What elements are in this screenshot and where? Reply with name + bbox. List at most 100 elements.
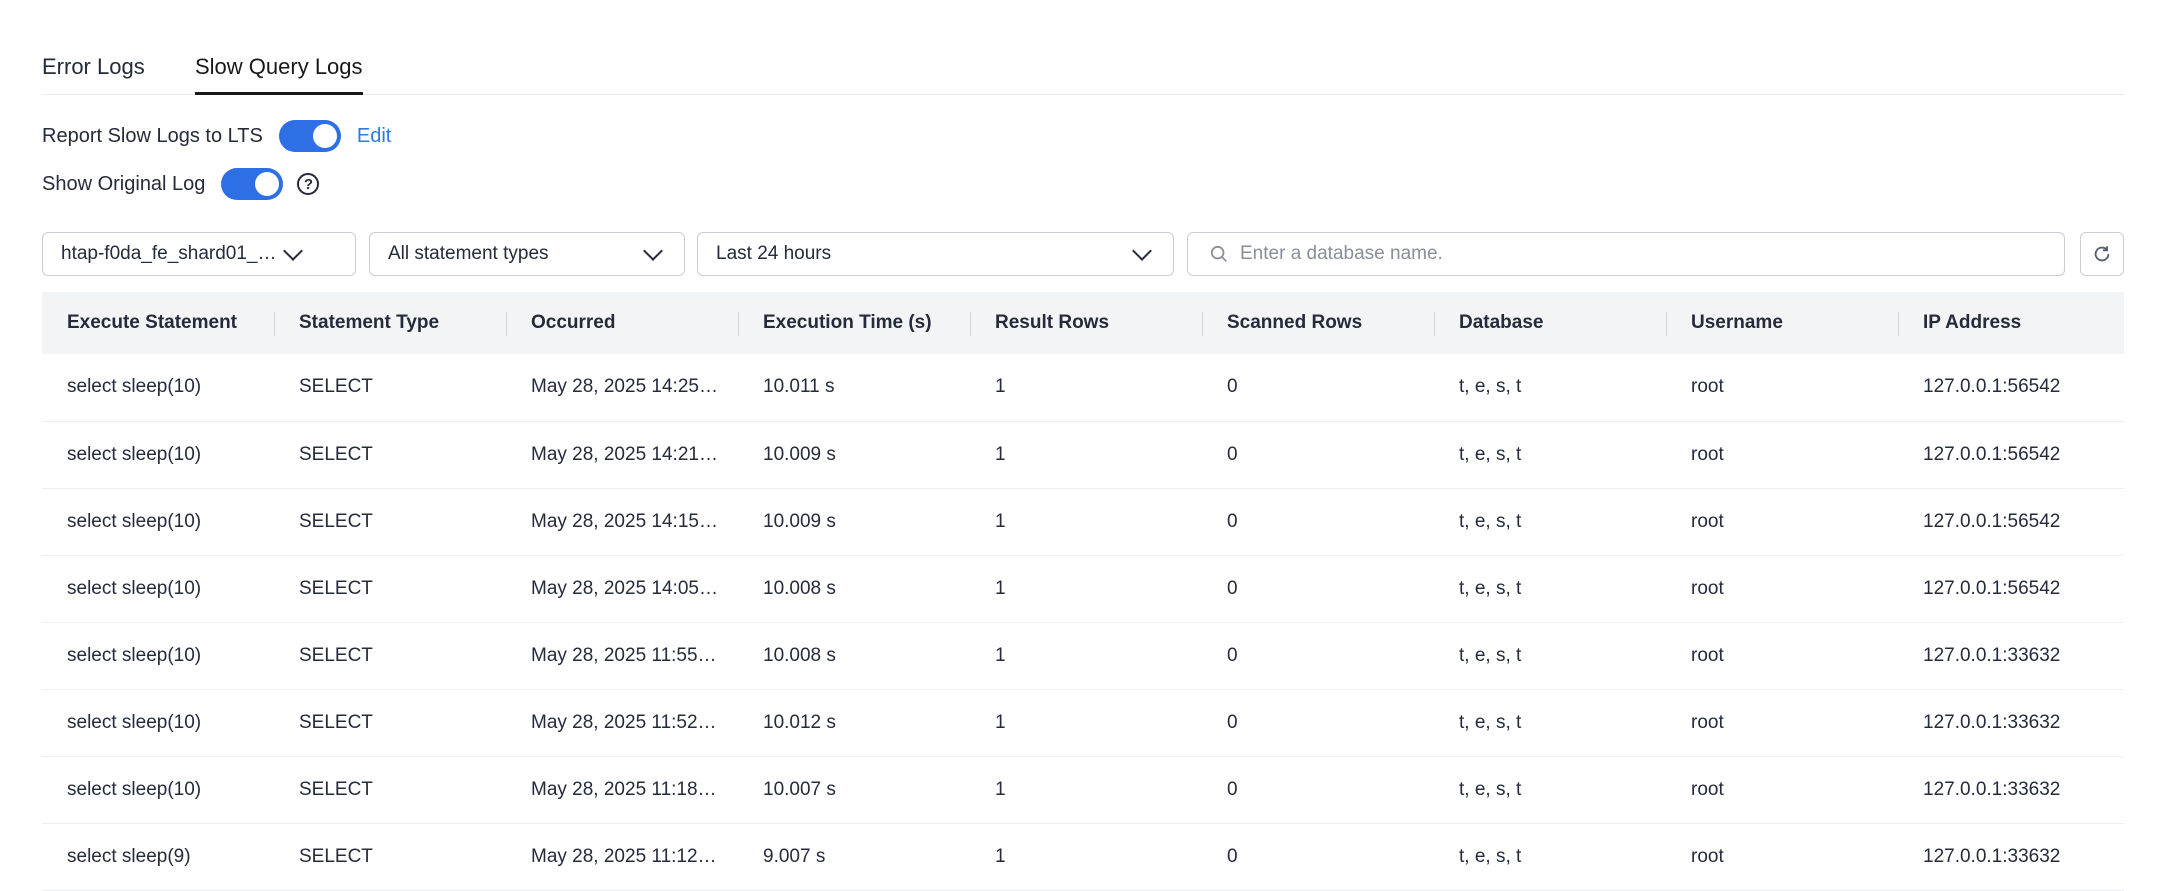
cell-ip-address: 127.0.0.1:56542: [1923, 577, 2061, 599]
tab-slow-query-logs[interactable]: Slow Query Logs: [195, 54, 363, 95]
cell-ip-address: 127.0.0.1:33632: [1923, 778, 2061, 800]
refresh-button[interactable]: [2080, 232, 2124, 276]
column-divider: [970, 312, 971, 336]
cell-execute-statement: select sleep(10): [67, 778, 202, 800]
cell-result-rows: 1: [995, 711, 1006, 733]
help-icon[interactable]: ?: [297, 173, 320, 195]
time-range-value: Last 24 hours: [716, 243, 832, 264]
column-header-scanned-rows: Scanned Rows: [1202, 292, 1434, 354]
cell-scanned-rows: 0: [1227, 845, 1238, 867]
search-input[interactable]: [1238, 242, 2064, 266]
cell-execute-statement: select sleep(10): [67, 443, 202, 465]
cell-statement-type: SELECT: [299, 845, 373, 867]
cell-execution-time: 10.008 s: [763, 577, 836, 599]
column-header-username: Username: [1666, 292, 1898, 354]
cell-execution-time: 10.009 s: [763, 510, 836, 532]
time-range-select[interactable]: Last 24 hours: [697, 232, 1174, 276]
table-row[interactable]: select sleep(10) SELECT May 28, 2025 11:52…: [42, 689, 2124, 756]
cell-occurred: May 28, 2025 11:12:03: [531, 845, 724, 867]
table-row[interactable]: select sleep(10) SELECT May 28, 2025 11:18…: [42, 756, 2124, 823]
column-divider: [1202, 312, 1203, 336]
refresh-icon: [2094, 246, 2110, 262]
cell-statement-type: SELECT: [299, 443, 373, 465]
column-divider: [1434, 312, 1435, 336]
cell-scanned-rows: 0: [1227, 644, 1238, 666]
cell-ip-address: 127.0.0.1:33632: [1923, 711, 2061, 733]
cell-scanned-rows: 0: [1227, 778, 1238, 800]
cell-occurred: May 28, 2025 11:18:26: [531, 778, 724, 800]
cell-execution-time: 10.009 s: [763, 443, 836, 465]
cell-username: root: [1691, 845, 1724, 867]
tab-error-logs[interactable]: Error Logs: [42, 54, 145, 80]
cell-occurred: May 28, 2025 14:25:41: [531, 376, 726, 398]
cell-occurred: May 28, 2025 11:52:09: [531, 711, 724, 733]
edit-link[interactable]: Edit: [357, 125, 391, 148]
instance-select[interactable]: htap-f0da_fe_shard01_node01: [42, 232, 356, 276]
chevron-down-icon: [1132, 241, 1152, 261]
report-lts-row: Report Slow Logs to LTS Edit: [42, 120, 391, 152]
cell-database: t, e, s, t: [1459, 711, 1522, 733]
database-search: [1187, 232, 2065, 276]
cell-result-rows: 1: [995, 577, 1006, 599]
table-row[interactable]: select sleep(9) SELECT May 28, 2025 11:12:…: [42, 823, 2124, 890]
column-header-label: Execution Time (s): [763, 312, 932, 333]
column-header-statement-type: Statement Type: [274, 292, 506, 354]
column-divider: [506, 312, 507, 336]
cell-username: root: [1691, 510, 1724, 532]
cell-database: t, e, s, t: [1459, 376, 1522, 398]
report-lts-label: Report Slow Logs to LTS: [42, 124, 263, 147]
cell-username: root: [1691, 644, 1724, 666]
chevron-down-icon: [283, 241, 303, 261]
table-row[interactable]: select sleep(10) SELECT May 28, 2025 14:15…: [42, 488, 2124, 555]
cell-execution-time: 10.011 s: [763, 376, 835, 398]
cell-execute-statement: select sleep(10): [67, 644, 202, 666]
cell-result-rows: 1: [995, 443, 1006, 465]
cell-ip-address: 127.0.0.1:33632: [1923, 644, 2061, 666]
cell-ip-address: 127.0.0.1:56542: [1923, 376, 2061, 398]
cell-execution-time: 10.007 s: [763, 778, 836, 800]
cell-execute-statement: select sleep(9): [67, 845, 191, 867]
cell-scanned-rows: 0: [1227, 510, 1238, 532]
cell-ip-address: 127.0.0.1:33632: [1923, 845, 2061, 867]
report-lts-toggle[interactable]: [278, 120, 341, 152]
original-log-row: Show Original Log ?: [42, 168, 320, 200]
column-header-result-rows: Result Rows: [970, 292, 1202, 354]
column-header-label: Result Rows: [995, 312, 1110, 333]
column-header-occurred: Occurred: [506, 292, 738, 354]
column-header-label: Scanned Rows: [1227, 312, 1363, 333]
column-header-database: Database: [1434, 292, 1666, 354]
cell-execution-time: 9.007 s: [763, 845, 826, 867]
statement-type-select[interactable]: All statement types: [369, 232, 685, 276]
cell-execute-statement: select sleep(10): [67, 711, 202, 733]
original-log-label: Show Original Log: [42, 172, 206, 195]
column-divider: [738, 312, 739, 336]
cell-scanned-rows: 0: [1227, 443, 1238, 465]
cell-scanned-rows: 0: [1227, 376, 1238, 398]
cell-occurred: May 28, 2025 14:05:18: [531, 577, 726, 599]
column-header-ip-address: IP Address: [1898, 292, 2124, 354]
original-log-toggle[interactable]: [221, 168, 284, 200]
column-header-label: Occurred: [531, 312, 616, 333]
column-header-label: Execute Statement: [67, 312, 238, 333]
statement-type-value: All statement types: [388, 243, 549, 264]
slow-query-table: Execute Statement Statement Type Occurred E…: [42, 292, 2124, 891]
table-row[interactable]: select sleep(10) SELECT May 28, 2025 11:55…: [42, 622, 2124, 689]
log-tabs: Error Logs Slow Query Logs: [42, 40, 2124, 95]
cell-result-rows: 1: [995, 510, 1006, 532]
column-header-label: Statement Type: [299, 312, 440, 333]
cell-statement-type: SELECT: [299, 510, 373, 532]
cell-occurred: May 28, 2025 11:55:47: [531, 644, 724, 666]
column-header-execution-time: Execution Time (s): [738, 292, 970, 354]
column-header-execute-statement: Execute Statement: [42, 292, 274, 354]
cell-username: root: [1691, 376, 1724, 398]
column-divider: [1898, 312, 1899, 336]
table-row[interactable]: select sleep(10) SELECT May 28, 2025 14:05…: [42, 555, 2124, 622]
table-row[interactable]: select sleep(10) SELECT May 28, 2025 14:25…: [42, 354, 2124, 421]
column-divider: [1666, 312, 1667, 336]
table-row[interactable]: select sleep(10) SELECT May 28, 2025 14:21…: [42, 421, 2124, 488]
cell-scanned-rows: 0: [1227, 711, 1238, 733]
cell-database: t, e, s, t: [1459, 644, 1522, 666]
cell-database: t, e, s, t: [1459, 510, 1522, 532]
column-header-label: Username: [1691, 312, 1783, 333]
cell-ip-address: 127.0.0.1:56542: [1923, 443, 2061, 465]
